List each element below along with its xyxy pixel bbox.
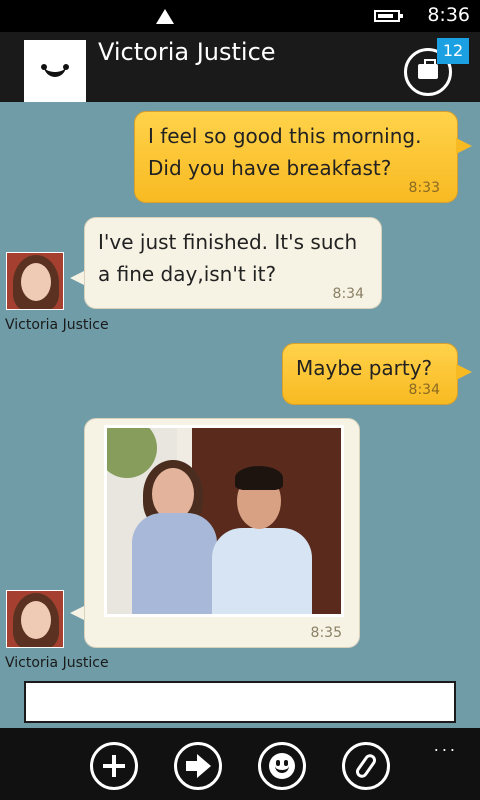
message-line: a fine day,isn't it? [98,262,277,286]
attach-icon [353,751,379,781]
status-time: 8:36 [427,4,470,26]
chat-header: Victoria Justice 12 [0,32,480,102]
signal-icon [156,9,174,24]
sender-avatar[interactable] [6,590,64,648]
status-bar: 8:36 [0,0,480,32]
message-time: 8:35 [310,625,342,641]
battery-icon [374,10,403,22]
more-options[interactable]: ... [434,736,458,755]
send-button[interactable] [174,742,222,790]
message-line: Did you have breakfast? [148,156,392,180]
emoji-icon [269,753,295,779]
message-time: 8:34 [332,286,364,302]
app-bar: ... [0,728,480,800]
message-time: 8:34 [408,382,440,398]
outgoing-message[interactable]: Maybe party? 8:34 [282,343,458,405]
chat-title: Victoria Justice [98,38,276,66]
message-input[interactable] [24,681,456,723]
message-line: Maybe party? [296,356,433,380]
message-line: I feel so good this morning. [148,124,422,148]
sender-name: Victoria Justice [5,655,109,671]
sender-avatar[interactable] [6,252,64,310]
incoming-message[interactable]: I've just finished. It's such a fine day… [84,217,382,309]
outgoing-message[interactable]: I feel so good this morning. Did you hav… [134,111,458,203]
notification-badge: 12 [437,38,469,64]
add-button[interactable] [90,742,138,790]
sender-name: Victoria Justice [5,317,109,333]
shared-photo[interactable] [104,425,344,617]
message-line: I've just finished. It's such [98,230,358,254]
bubble-tail [456,138,472,154]
message-time: 8:33 [408,180,440,196]
bubble-tail [456,364,472,380]
attach-button[interactable] [342,742,390,790]
emoji-button[interactable] [258,742,306,790]
contact-avatar-placeholder[interactable] [24,40,86,102]
